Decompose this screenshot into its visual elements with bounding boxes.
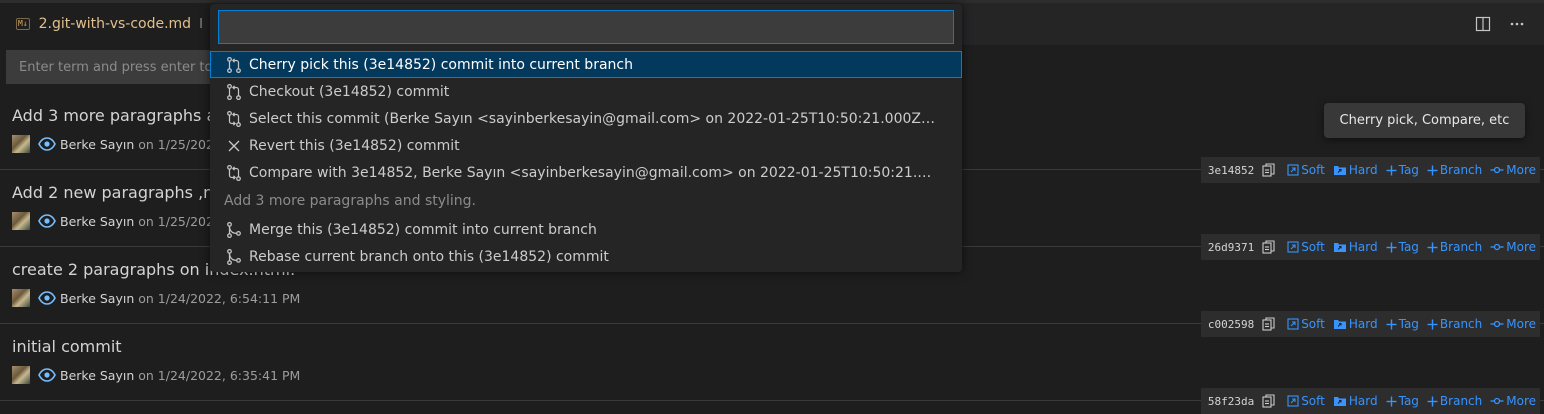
git-pull-request-icon	[224, 82, 244, 102]
quick-pick-item-label: Select this commit (Berke Sayın <sayinbe…	[249, 110, 939, 127]
commit-author: Berke Sayın	[60, 367, 135, 383]
git-pull-request-icon	[224, 55, 244, 75]
copy-icon[interactable]	[1262, 394, 1275, 408]
tab-title: 2.git-with-vs-code.md	[38, 16, 192, 32]
quick-pick-item-label: Checkout (3e14852) commit	[249, 83, 450, 100]
quick-pick-item-label: Revert this (3e14852) commit	[249, 137, 460, 154]
quick-pick-item[interactable]: Revert this (3e14852) commit	[210, 132, 962, 159]
quick-pick-item-label: Rebase current branch onto this (3e14852…	[249, 248, 609, 265]
quick-pick-item[interactable]: Compare with 3e14852, Berke Sayın <sayin…	[210, 159, 962, 186]
hard-reset-button[interactable]: Hard	[1333, 394, 1378, 408]
search-placeholder: Enter term and press enter to search	[19, 59, 216, 75]
tag-label: Tag	[1398, 394, 1419, 408]
markdown-file-icon: M↓	[16, 18, 30, 30]
avatar	[12, 135, 30, 153]
eye-icon[interactable]	[38, 291, 56, 305]
git-merge-icon	[224, 247, 244, 267]
soft-label: Soft	[1301, 394, 1325, 408]
commit-author: Berke Sayın	[60, 213, 135, 229]
git-compare-icon	[224, 109, 244, 129]
commit-message: initial commit	[12, 337, 122, 356]
avatar	[12, 212, 30, 230]
editor-actions	[1474, 15, 1526, 33]
git-merge-icon	[224, 220, 244, 240]
commit-actions: 58f23da Soft Hard Tag Branch More	[1200, 388, 1540, 414]
commit-date: on 1/24/2022, 6:54:11 PM	[138, 290, 301, 306]
commit-date: on 1/24/2022, 6:35:41 PM	[138, 367, 301, 383]
more-label: More	[1506, 394, 1536, 408]
hard-label: Hard	[1348, 394, 1378, 408]
commit-row[interactable]: initial commit Berke Sayın on 1/24/2022,…	[0, 324, 1544, 414]
eye-icon[interactable]	[38, 368, 56, 382]
more-button[interactable]: More	[1490, 394, 1536, 408]
commit-meta: Berke Sayın on 1/24/2022, 6:54:11 PM	[12, 289, 300, 307]
quick-pick-item[interactable]: Cherry pick this (3e14852) commit into c…	[210, 51, 962, 78]
commit-author: Berke Sayın	[60, 136, 135, 152]
eye-icon[interactable]	[38, 137, 56, 151]
quick-pick-item[interactable]: Merge this (3e14852) commit into current…	[210, 216, 962, 243]
add-branch-button[interactable]: Branch	[1427, 394, 1482, 408]
branch-label: Branch	[1439, 394, 1483, 408]
quick-pick-input[interactable]	[218, 10, 954, 44]
commit-meta: Berke Sayın on 1/24/2022, 6:35:41 PM	[12, 366, 300, 384]
soft-reset-button[interactable]: Soft	[1287, 394, 1325, 408]
quick-pick-item[interactable]: Select this commit (Berke Sayın <sayinbe…	[210, 105, 962, 132]
avatar	[12, 366, 30, 384]
quick-pick-item[interactable]: Rebase current branch onto this (3e14852…	[210, 243, 962, 270]
ellipsis-icon[interactable]	[1508, 15, 1526, 33]
more-tooltip: Cherry pick, Compare, etc	[1324, 103, 1525, 138]
commit-author: Berke Sayın	[60, 290, 135, 306]
avatar	[12, 289, 30, 307]
close-icon	[224, 136, 244, 156]
search-input[interactable]: Enter term and press enter to search	[6, 50, 216, 84]
add-tag-button[interactable]: Tag	[1386, 394, 1419, 408]
quick-pick-item-label: Merge this (3e14852) commit into current…	[249, 221, 597, 238]
git-compare-icon	[224, 163, 244, 183]
tab-indicator: I	[199, 16, 203, 32]
quick-pick-item[interactable]: Checkout (3e14852) commit	[210, 78, 962, 105]
quick-pick-list: Cherry pick this (3e14852) commit into c…	[210, 51, 962, 270]
commit-hash: 58f23da	[1207, 394, 1255, 408]
eye-icon[interactable]	[38, 214, 56, 228]
editor-tab[interactable]: M↓ 2.git-with-vs-code.md I	[0, 3, 215, 45]
quick-pick-item-label: Compare with 3e14852, Berke Sayın <sayin…	[249, 164, 939, 181]
quick-pick: Cherry pick this (3e14852) commit into c…	[210, 4, 962, 272]
split-editor-icon[interactable]	[1474, 15, 1492, 33]
quick-pick-item-label: Cherry pick this (3e14852) commit into c…	[249, 56, 633, 73]
quick-pick-separator: Add 3 more paragraphs and styling.	[224, 193, 476, 209]
